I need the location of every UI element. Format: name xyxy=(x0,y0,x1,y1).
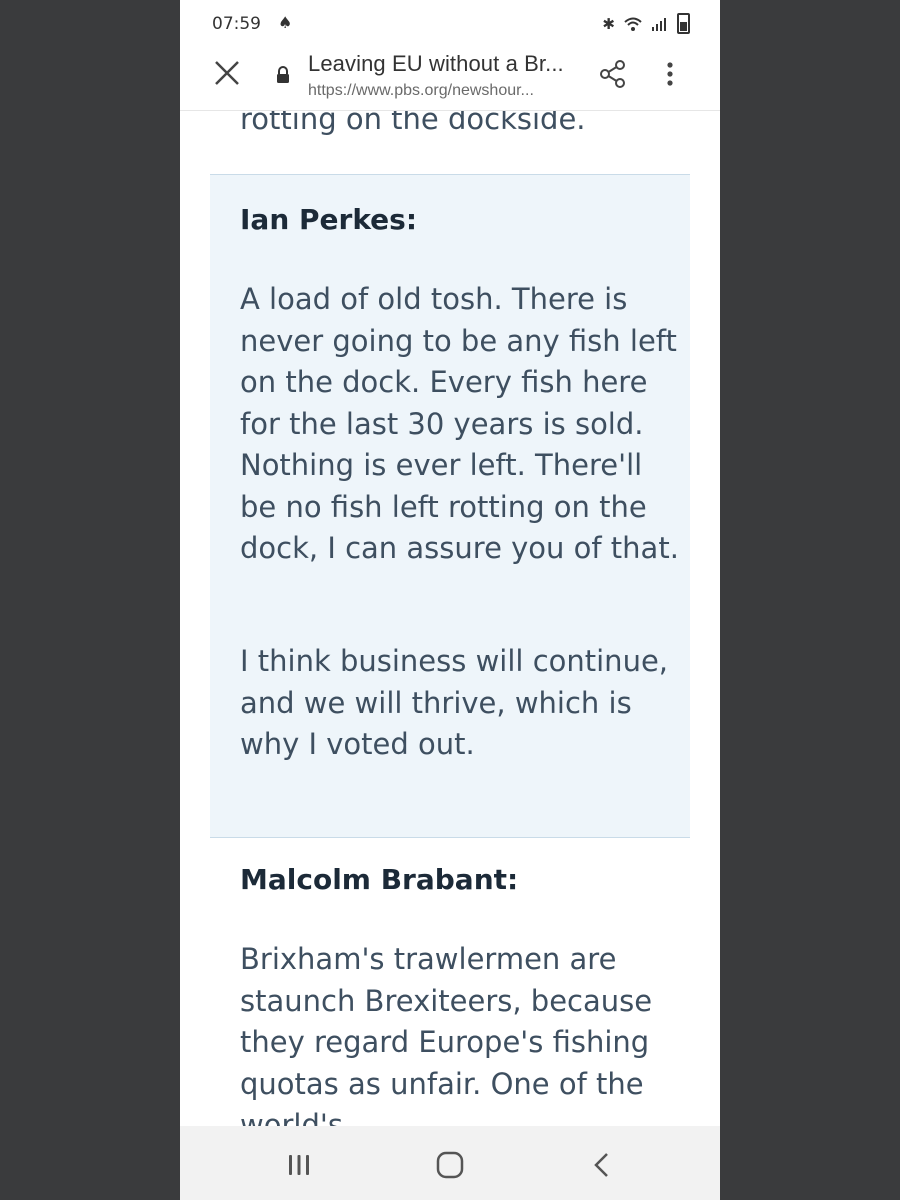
home-icon[interactable] xyxy=(435,1150,465,1180)
status-icons: ✱ xyxy=(602,13,690,34)
system-nav-bar xyxy=(180,1126,720,1200)
status-time: 07:59 xyxy=(212,14,261,34)
speaker-name: Malcolm Brabant: xyxy=(240,863,519,896)
close-icon[interactable] xyxy=(212,58,242,88)
battery-icon xyxy=(677,13,690,34)
wifi-icon xyxy=(624,17,642,31)
article-content: rotting on the dockside. Ian Perkes: A l… xyxy=(180,111,720,1126)
recents-icon[interactable] xyxy=(284,1150,314,1180)
status-bar: 07:59 ♠ ✱ xyxy=(180,0,720,48)
previous-paragraph-fragment: rotting on the dockside. xyxy=(240,111,586,136)
phone-screen: 07:59 ♠ ✱ Leaving EU without a Br... htt… xyxy=(180,0,720,1200)
bluetooth-icon: ✱ xyxy=(602,14,615,33)
quote-paragraph: I think business will continue, and we w… xyxy=(240,644,669,761)
lock-icon xyxy=(277,66,289,83)
quote-paragraph: A load of old tosh. There is never going… xyxy=(240,282,679,565)
speaker-name: Ian Perkes: xyxy=(240,203,418,236)
signal-icon xyxy=(652,17,666,31)
article-paragraph: Brixham's trawlermen are staunch Brexite… xyxy=(240,942,653,1126)
page-url[interactable]: https://www.pbs.org/newshour... xyxy=(308,82,534,100)
page-title[interactable]: Leaving EU without a Br... xyxy=(308,51,564,77)
browser-toolbar: Leaving EU without a Br... https://www.p… xyxy=(180,48,720,111)
app-notification-icon: ♠ xyxy=(278,13,293,32)
back-icon[interactable] xyxy=(588,1150,618,1180)
share-icon[interactable] xyxy=(598,59,628,89)
more-vert-icon[interactable] xyxy=(658,59,682,89)
quote-block: Ian Perkes: A load of old tosh. There is… xyxy=(210,174,690,838)
